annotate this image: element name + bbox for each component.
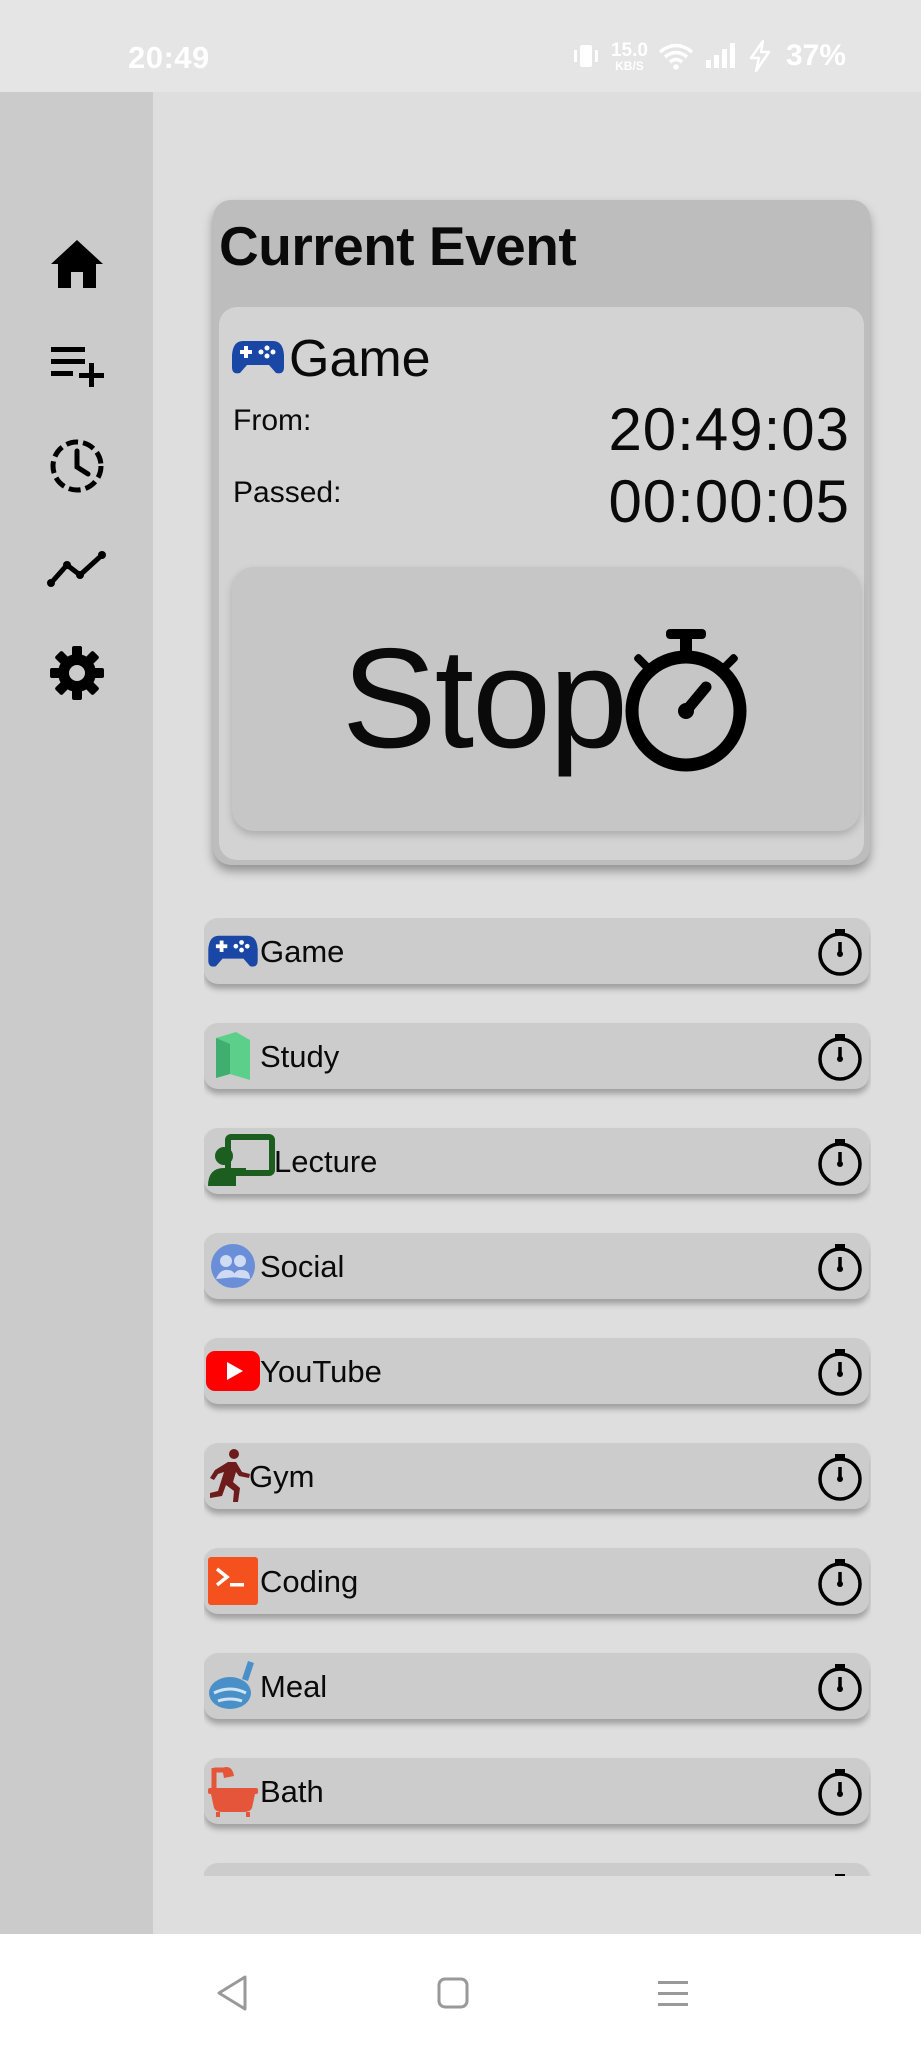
- start-timer-icon[interactable]: [815, 927, 865, 977]
- list-item-label: Study: [260, 1039, 340, 1074]
- youtube-icon: [206, 1344, 260, 1398]
- list-item-label: Game: [260, 934, 345, 969]
- current-event-title: Current Event: [219, 215, 577, 277]
- passed-label: Passed:: [233, 476, 342, 509]
- playlist-add-icon[interactable]: [46, 335, 108, 397]
- charging-icon: [748, 39, 772, 73]
- status-bar: 20:49 15.0 KB/S 37%: [0, 0, 921, 92]
- list-item-label: YouTube: [260, 1354, 382, 1389]
- start-timer-icon[interactable]: [815, 1137, 865, 1187]
- start-timer-icon[interactable]: [815, 1557, 865, 1607]
- list-item-coding[interactable]: Coding: [204, 1548, 869, 1614]
- list-item-label: Coding: [260, 1564, 359, 1599]
- start-timer-icon[interactable]: [815, 1452, 865, 1502]
- history-clock-icon[interactable]: [46, 435, 108, 497]
- list-item-label: Bath: [260, 1774, 324, 1809]
- status-time: 20:49: [128, 40, 210, 75]
- stop-label: Stop: [341, 619, 628, 778]
- list-item-game[interactable]: Game: [204, 918, 869, 984]
- gear-icon[interactable]: [46, 642, 108, 704]
- list-item-label: Gym: [249, 1459, 315, 1494]
- from-value: 20:49:03: [608, 396, 850, 463]
- start-timer-icon[interactable]: [815, 1662, 865, 1712]
- back-icon[interactable]: [207, 1968, 257, 2018]
- sidebar: [0, 92, 153, 1934]
- gamepad-icon: [206, 924, 260, 978]
- current-event-name-row: Game: [231, 329, 431, 389]
- gamepad-icon: [231, 337, 285, 382]
- presenter-icon: [206, 1134, 276, 1188]
- net-speed: 15.0 KB/S: [611, 41, 648, 72]
- start-timer-icon[interactable]: [815, 1242, 865, 1292]
- stopwatch-icon: [625, 619, 750, 780]
- battery-percent: 37%: [785, 39, 846, 72]
- trend-line-icon[interactable]: [46, 538, 108, 600]
- list-item-study[interactable]: Study: [204, 1023, 869, 1089]
- terminal-icon: [206, 1554, 260, 1608]
- list-item-gym[interactable]: Gym: [204, 1443, 869, 1509]
- current-event-name: Game: [289, 330, 431, 388]
- net-speed-value: 15.0: [610, 39, 648, 61]
- bathtub-icon: [206, 1764, 260, 1818]
- status-icons: 15.0 KB/S 37%: [571, 36, 846, 76]
- main-content: Current Event Game From: 20:49:03 Passed…: [153, 92, 921, 1934]
- start-timer-icon[interactable]: [815, 1872, 865, 1876]
- home-square-icon[interactable]: [428, 1968, 478, 2018]
- list-item-meal[interactable]: Meal: [204, 1653, 869, 1719]
- stop-button[interactable]: Stop: [232, 567, 860, 831]
- net-speed-unit: KB/S: [615, 58, 644, 73]
- start-timer-icon[interactable]: [815, 1347, 865, 1397]
- current-event-panel: Game From: 20:49:03 Passed: 00:00:05 Sto…: [219, 307, 864, 860]
- vibrate-icon: [571, 41, 601, 71]
- home-icon[interactable]: [46, 233, 108, 295]
- wifi-icon: [658, 41, 694, 71]
- system-nav-bar: [0, 1934, 921, 2048]
- book-icon: [206, 1029, 260, 1083]
- signal-icon: [704, 42, 738, 70]
- passed-value: 00:00:05: [608, 468, 850, 535]
- list-item-bath[interactable]: Bath: [204, 1758, 869, 1824]
- start-timer-icon[interactable]: [815, 1032, 865, 1082]
- list-item-partial[interactable]: [204, 1863, 869, 1876]
- from-label: From:: [233, 404, 312, 437]
- start-timer-icon[interactable]: [815, 1767, 865, 1817]
- menu-icon[interactable]: [648, 1968, 698, 2018]
- group-icon: [206, 1239, 260, 1293]
- list-item-label: Social: [260, 1249, 345, 1284]
- running-icon: [206, 1449, 252, 1503]
- list-item-lecture[interactable]: Lecture: [204, 1128, 869, 1194]
- list-item-youtube[interactable]: YouTube: [204, 1338, 869, 1404]
- event-list: Game Study Lecture Social YouTube Gym Co…: [204, 918, 871, 1876]
- list-item-social[interactable]: Social: [204, 1233, 869, 1299]
- list-item-label: Lecture: [274, 1144, 378, 1179]
- meal-icon: [206, 1659, 260, 1713]
- current-event-card: Current Event Game From: 20:49:03 Passed…: [213, 200, 870, 865]
- partial-icon: [206, 1869, 260, 1876]
- list-item-label: Meal: [260, 1669, 328, 1704]
